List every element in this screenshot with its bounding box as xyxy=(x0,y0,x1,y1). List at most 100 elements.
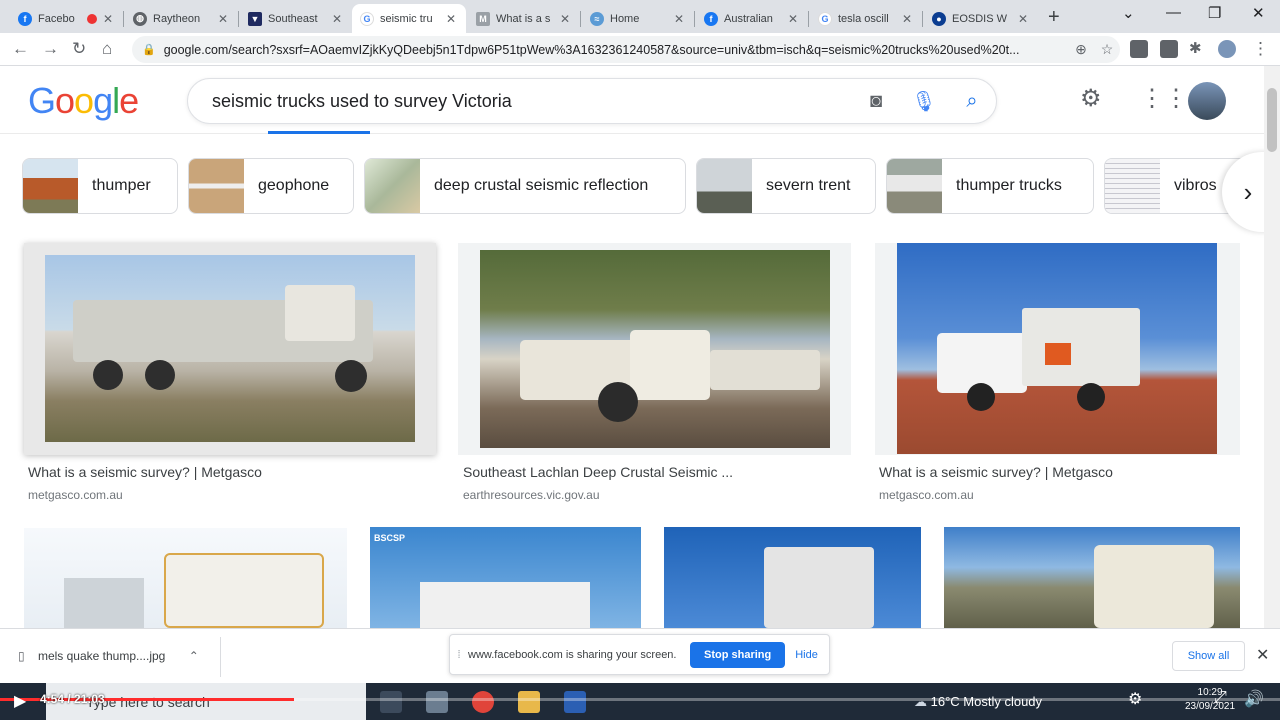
browser-tab[interactable]: f Facebo ✕ xyxy=(10,4,124,33)
browser-tab[interactable]: ◍ Raytheon ✕ xyxy=(125,4,239,33)
chip-thumbnail xyxy=(189,159,244,213)
close-tab-icon[interactable]: ✕ xyxy=(672,12,686,26)
taskbar-clock[interactable]: 10:29 23/09/2021 xyxy=(1185,686,1235,714)
extension-icon[interactable] xyxy=(1130,40,1148,58)
home-site-icon: ≈ xyxy=(590,11,604,26)
settings-gear-icon[interactable]: ⚙ xyxy=(1080,84,1102,113)
nasa-icon: ● xyxy=(932,11,946,26)
chip-thumbnail xyxy=(365,159,420,213)
chevron-up-icon[interactable]: ⌃ xyxy=(189,649,199,663)
close-tab-icon[interactable]: ✕ xyxy=(558,12,572,26)
facebook-icon: f xyxy=(704,11,718,26)
google-logo[interactable]: Google xyxy=(28,80,139,122)
settings-gear-icon[interactable]: ⚙ xyxy=(1128,689,1142,709)
close-tab-icon[interactable]: ✕ xyxy=(444,12,458,26)
chip-severn-trent[interactable]: severn trent xyxy=(696,158,876,214)
word-icon[interactable] xyxy=(564,691,586,713)
stop-sharing-button[interactable]: Stop sharing xyxy=(690,641,786,668)
bookmark-star-icon[interactable]: ☆ xyxy=(1094,41,1120,58)
vibroseis-trucks-image[interactable] xyxy=(480,250,830,448)
windows-taskbar: Type here to search xyxy=(0,683,1280,720)
new-tab-icon[interactable]: + xyxy=(1048,6,1060,29)
browser-tab[interactable]: ≈ Home ✕ xyxy=(582,4,695,33)
video-progress-bar[interactable] xyxy=(0,698,1280,701)
browser-tab-strip: f Facebo ✕ ◍ Raytheon ✕ ▼ Southeast ✕ G … xyxy=(0,0,1280,33)
drag-grip-icon[interactable]: ⁞ xyxy=(450,649,468,661)
reload-icon[interactable]: ↻ xyxy=(72,39,86,59)
microphone-icon[interactable]: 🎙 xyxy=(900,89,948,114)
puzzle-icon[interactable]: ✱ xyxy=(1189,39,1202,57)
url-text: google.com/search?sxsrf=AOaemvIZjkKyQDee… xyxy=(163,42,1020,57)
chip-thumper-trucks[interactable]: thumper trucks xyxy=(886,158,1094,214)
browser-tab[interactable]: ▼ Southeast ✕ xyxy=(240,4,352,33)
close-tab-icon[interactable]: ✕ xyxy=(330,12,344,26)
close-tab-icon[interactable]: ✕ xyxy=(216,12,230,26)
video-time: 4:54 / 21:03 xyxy=(40,692,105,706)
chip-deep-crustal[interactable]: deep crustal seismic reflection xyxy=(364,158,686,214)
truck-cab-image[interactable] xyxy=(944,527,1240,628)
task-view-icon[interactable] xyxy=(380,691,402,713)
close-tab-icon[interactable]: ✕ xyxy=(900,12,914,26)
cloud-icon: ☁ xyxy=(914,694,927,709)
address-bar[interactable]: 🔒 google.com/search?sxsrf=AOaemvIZjkKyQD… xyxy=(132,36,1120,63)
browser-tab[interactable]: f Australian ✕ xyxy=(696,4,809,33)
profile-avatar[interactable] xyxy=(1218,40,1236,58)
store-icon[interactable] xyxy=(426,691,448,713)
hide-button[interactable]: Hide xyxy=(795,649,818,661)
images-tab-indicator xyxy=(268,131,370,134)
chrome-icon[interactable] xyxy=(472,691,494,713)
vibrator-plate-image[interactable] xyxy=(664,527,921,628)
file-explorer-icon[interactable] xyxy=(518,691,540,713)
camera-icon[interactable]: ◙ xyxy=(852,90,900,113)
scrollbar-thumb[interactable] xyxy=(1267,88,1277,152)
close-window-icon[interactable]: ✕ xyxy=(1252,4,1265,22)
download-item[interactable]: ▯ mels quake thump....jpg ⌃ xyxy=(18,649,199,663)
chip-thumbnail xyxy=(887,159,942,213)
globe-icon: ◍ xyxy=(133,11,147,26)
lock-icon: 🔒 xyxy=(142,44,156,56)
browser-tab-active[interactable]: G seismic tru ✕ xyxy=(352,4,466,33)
search-icon[interactable]: ⌕ xyxy=(948,90,996,113)
extension-icon[interactable] xyxy=(1160,40,1178,58)
truck-roadside-image[interactable] xyxy=(24,528,347,628)
vic-gov-icon: ▼ xyxy=(248,11,262,26)
google-icon: G xyxy=(360,11,374,26)
close-download-bar-icon[interactable]: ✕ xyxy=(1256,645,1269,665)
forward-icon[interactable]: → xyxy=(42,39,59,59)
fullscreen-icon[interactable]: ⤢ xyxy=(1214,689,1227,707)
account-avatar[interactable] xyxy=(1188,82,1226,120)
show-all-button[interactable]: Show all xyxy=(1172,641,1245,671)
zoom-icon[interactable]: ⊕ xyxy=(1068,41,1094,58)
tab-search-icon[interactable]: ⌄ xyxy=(1122,4,1135,22)
restore-icon[interactable]: ❐ xyxy=(1208,4,1221,22)
minimize-icon[interactable]: — xyxy=(1166,4,1181,21)
related-searches-chips: thumper geophone deep crustal seismic re… xyxy=(22,158,1264,216)
bscsp-truck-image[interactable]: BSCSP xyxy=(370,527,641,628)
screen-share-notice: ⁞ www.facebook.com is sharing your scree… xyxy=(449,634,830,675)
menu-icon[interactable]: ⋮ xyxy=(1252,39,1269,59)
weather-widget[interactable]: ☁ 16°C Mostly cloudy xyxy=(914,694,1042,710)
search-box[interactable]: seismic trucks used to survey Victoria ◙… xyxy=(187,78,997,124)
back-icon[interactable]: ← xyxy=(12,39,29,59)
chip-geophone[interactable]: geophone xyxy=(188,158,354,214)
close-tab-icon[interactable]: ✕ xyxy=(1016,12,1030,26)
volume-icon[interactable]: 🔊 xyxy=(1244,689,1264,709)
chip-thumbnail xyxy=(1105,159,1160,213)
chip-thumbnail xyxy=(697,159,752,213)
close-tab-icon[interactable]: ✕ xyxy=(786,12,800,26)
metgasco-icon: M xyxy=(476,11,490,26)
play-icon[interactable]: ▶ xyxy=(14,691,26,711)
recording-truck-image[interactable] xyxy=(897,243,1217,454)
search-query[interactable]: seismic trucks used to survey Victoria xyxy=(212,91,852,112)
browser-tab[interactable]: M What is a s ✕ xyxy=(468,4,581,33)
browser-tab[interactable]: G tesla oscill ✕ xyxy=(810,4,923,33)
home-icon[interactable]: ⌂ xyxy=(102,39,112,59)
page-scrollbar[interactable] xyxy=(1264,66,1280,628)
facebook-icon: f xyxy=(18,11,32,26)
browser-toolbar: ← → ↻ ⌂ 🔒 google.com/search?sxsrf=AOaemv… xyxy=(0,33,1280,66)
chip-thumper[interactable]: thumper xyxy=(22,158,178,214)
file-icon: ▯ xyxy=(18,649,25,663)
close-tab-icon[interactable]: ✕ xyxy=(101,12,115,26)
browser-tab[interactable]: ● EOSDIS W ✕ xyxy=(924,4,1038,33)
seismic-truck-image[interactable] xyxy=(45,255,415,442)
